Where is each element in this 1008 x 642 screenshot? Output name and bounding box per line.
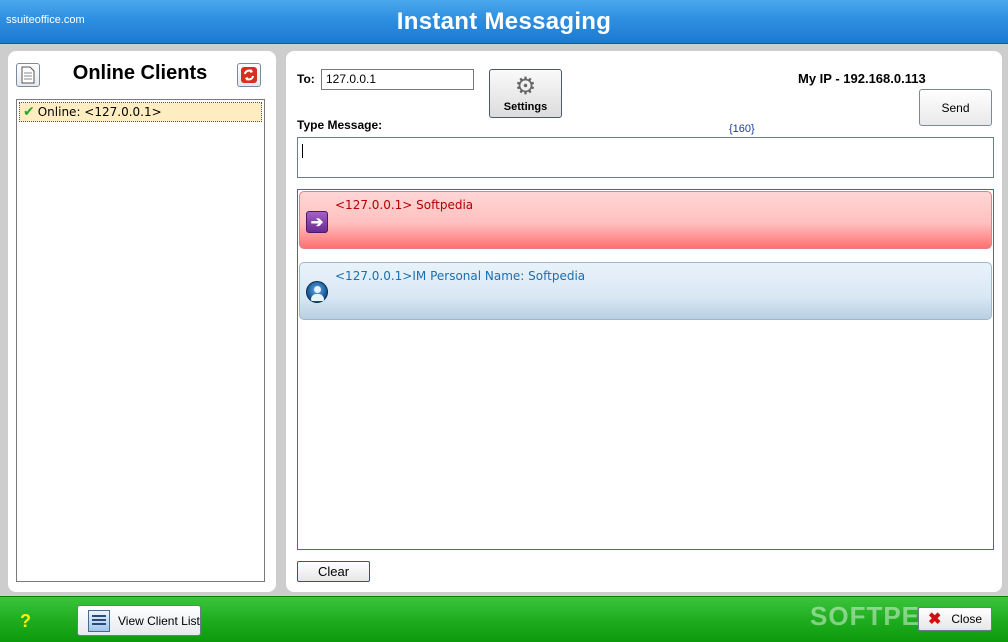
settings-button[interactable]: ⚙ Settings <box>489 69 562 118</box>
close-button[interactable]: ✖ Close <box>918 607 992 631</box>
send-button[interactable]: Send <box>919 89 992 126</box>
online-clients-title: Online Clients <box>72 62 208 84</box>
char-count: {160} <box>729 123 755 135</box>
title-bar: ssuiteoffice.com Instant Messaging <box>0 0 1008 44</box>
view-client-list-button[interactable]: View Client List <box>77 605 201 636</box>
check-icon: ✔ <box>23 104 35 120</box>
client-list-item[interactable]: ✔ Online: <127.0.0.1> <box>19 102 262 122</box>
close-label: Close <box>951 612 983 626</box>
message-panel: To: 127.0.0.1 ⚙ Settings My IP - 192.168… <box>286 51 1002 592</box>
chat-history[interactable]: ➔ <127.0.0.1> Softpedia <127.0.0.1>IM Pe… <box>297 189 994 550</box>
my-ip-label: My IP - 192.168.0.113 <box>798 71 926 86</box>
help-button[interactable]: ? <box>20 611 31 632</box>
client-list-icon <box>88 609 110 632</box>
refresh-button[interactable] <box>237 63 261 87</box>
settings-label: Settings <box>503 100 548 113</box>
bottom-bar: ? View Client List SOFTPEDIA ✖ Close <box>0 596 1008 642</box>
to-field[interactable]: 127.0.0.1 <box>321 69 474 90</box>
document-icon <box>21 66 35 84</box>
user-icon <box>306 281 328 303</box>
message-input[interactable] <box>297 137 994 178</box>
to-label: To: <box>297 72 315 86</box>
clear-button[interactable]: Clear <box>297 561 370 582</box>
refresh-icon <box>241 67 257 83</box>
document-button[interactable] <box>16 63 40 87</box>
client-label: Online: <127.0.0.1> <box>37 105 162 119</box>
online-clients-panel: Online Clients ✔ Online: <127.0.0.1> <box>8 51 276 592</box>
app-title: Instant Messaging <box>396 8 612 35</box>
type-message-label: Type Message: <box>297 118 383 132</box>
arrow-right-icon: ➔ <box>306 211 328 233</box>
client-list[interactable]: ✔ Online: <127.0.0.1> <box>16 99 265 582</box>
view-client-list-label: View Client List <box>118 613 200 628</box>
chat-message-info: <127.0.0.1>IM Personal Name: Softpedia <box>299 262 992 320</box>
chat-message-text: <127.0.0.1> Softpedia <box>335 198 474 212</box>
text-caret <box>302 144 303 158</box>
gear-icon: ⚙ <box>514 72 537 100</box>
chat-message-text: <127.0.0.1>IM Personal Name: Softpedia <box>335 269 586 283</box>
close-icon: ✖ <box>927 611 942 628</box>
chat-message-incoming: ➔ <127.0.0.1> Softpedia <box>299 191 992 249</box>
